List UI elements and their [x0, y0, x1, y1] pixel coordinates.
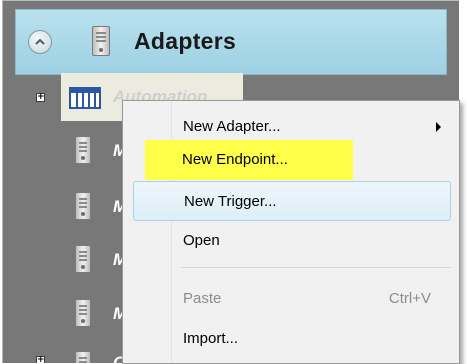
menu-item-new-trigger[interactable]: New Trigger...	[133, 181, 451, 221]
menu-item-import[interactable]: Import...	[133, 319, 451, 359]
menu-item-open[interactable]: Open	[133, 221, 451, 261]
server-icon	[75, 192, 91, 220]
chevron-up-icon	[35, 38, 45, 45]
menu-separator	[181, 267, 451, 268]
menu-item-label: Import...	[183, 330, 239, 347]
menu-item-label: New Trigger...	[184, 193, 277, 210]
menu-item-label: Open	[183, 232, 220, 249]
collapse-button[interactable]	[28, 30, 52, 54]
adapters-header[interactable]: Adapters	[15, 9, 447, 75]
server-icon	[75, 299, 91, 327]
server-icon	[92, 26, 110, 56]
server-icon	[75, 136, 91, 164]
menu-item-label: New Adapter...	[183, 118, 281, 135]
submenu-arrow-icon	[436, 122, 441, 132]
expand-toggle[interactable]: +	[36, 93, 45, 102]
menu-item-label: New Endpoint...	[182, 151, 288, 168]
menu-item-label: Paste	[183, 290, 222, 307]
server-icon	[75, 351, 91, 363]
server-icon	[75, 245, 91, 273]
menu-item-shortcut: Ctrl+V	[388, 290, 431, 307]
menu-item-new-endpoint[interactable]: New Endpoint...	[132, 140, 450, 180]
header-title: Adapters	[134, 28, 237, 54]
menu-item-paste[interactable]: Paste Ctrl+V	[133, 279, 451, 319]
table-icon	[69, 87, 101, 109]
